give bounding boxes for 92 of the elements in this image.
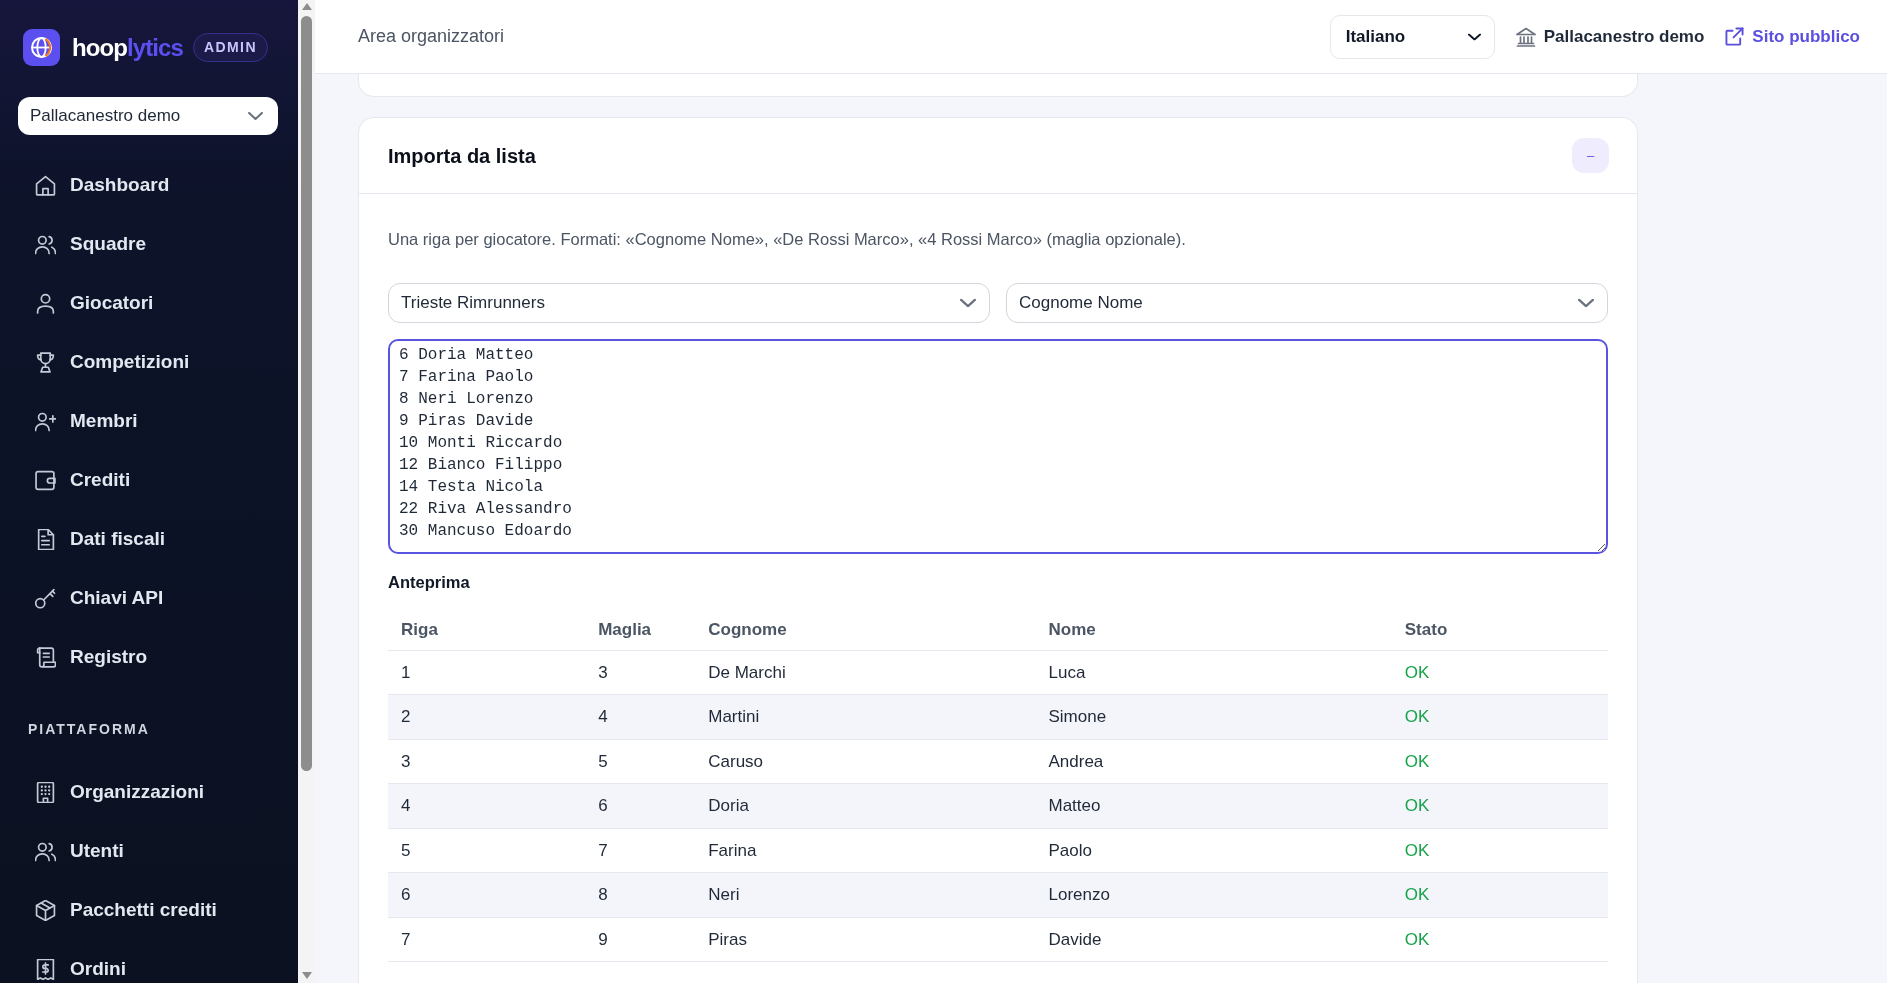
wallet-icon [35, 469, 56, 491]
table-cell: Luca [1035, 650, 1392, 695]
public-site-link[interactable]: Sito pubblico [1725, 23, 1860, 50]
status-text: OK [1391, 828, 1608, 873]
building-icon [35, 781, 56, 803]
organization-select[interactable]: Pallacanestro demo [18, 97, 278, 135]
external-link-icon [1725, 27, 1745, 46]
globe-logo-icon [23, 29, 60, 66]
table-cell: Doria [695, 783, 1036, 828]
organization-name: Pallacanestro demo [1543, 25, 1705, 48]
table-cell: Andrea [1035, 739, 1392, 784]
table-cell: Martini [695, 694, 1036, 739]
logo-wordmark: hooplytics [72, 33, 184, 62]
table-cell: Matteo [1035, 783, 1392, 828]
team-select[interactable]: Trieste Rimrunners [388, 283, 990, 323]
instructions-text: Una riga per giocatore. Formati: «Cognome Nome», «De Rossi Marco», «4 Rossi Marco» (maglia opzionale). [388, 229, 1187, 250]
status-text: OK [1391, 872, 1608, 917]
column-header: Stato [1391, 610, 1608, 650]
column-header: Maglia [585, 610, 696, 650]
user-plus-icon [35, 410, 56, 432]
nav-link[interactable]: Ordini [35, 957, 126, 981]
document-icon [35, 528, 56, 550]
nav-link[interactable]: Utenti [35, 839, 124, 863]
trophy-icon [35, 351, 56, 373]
users-icon [35, 840, 56, 862]
table-cell: Simone [1035, 694, 1392, 739]
table-cell: De Marchi [695, 650, 1036, 695]
table-cell: 3 [388, 739, 586, 784]
home-icon [35, 174, 56, 196]
role-badge: ADMIN [193, 33, 268, 62]
column-header: Nome [1035, 610, 1392, 650]
page-title: Area organizzatori [358, 25, 505, 48]
table-cell: Lorenzo [1035, 872, 1392, 917]
table-cell: 7 [388, 917, 586, 962]
key-icon [35, 587, 56, 609]
table-cell: 5 [585, 739, 696, 784]
nav-link[interactable]: Organizzazioni [35, 780, 205, 804]
chevron-down-icon [960, 298, 976, 308]
table-cell: Davide [1035, 917, 1392, 962]
table-cell: Neri [695, 872, 1036, 917]
box-icon [35, 899, 56, 921]
table-cell: 9 [585, 917, 696, 962]
column-header: Riga [388, 610, 586, 650]
scroll-down-icon[interactable] [301, 972, 312, 979]
column-header: Cognome [695, 610, 1036, 650]
status-text: OK [1391, 694, 1608, 739]
table-cell: Farina [695, 828, 1036, 873]
table-cell: 3 [585, 650, 696, 695]
nav-link[interactable]: Chiavi API [35, 586, 164, 610]
table-cell: 5 [388, 828, 586, 873]
table-cell: 6 [388, 872, 586, 917]
nav-link[interactable]: Pacchetti crediti [35, 898, 217, 922]
collapse-button[interactable]: – [1572, 138, 1609, 173]
user-icon [35, 292, 56, 314]
language-select[interactable]: Italiano [1329, 14, 1495, 59]
nav-link[interactable]: Giocatori [35, 291, 154, 315]
building-icon [1515, 26, 1536, 47]
chevron-down-icon [1467, 33, 1481, 40]
section-heading: PIATTAFORMA [28, 721, 151, 738]
status-text: OK [1391, 650, 1608, 695]
chevron-down-icon [248, 112, 263, 120]
card-title: Importa da lista [388, 143, 536, 168]
nav-link[interactable]: Registro [35, 645, 148, 669]
table-cell: Paolo [1035, 828, 1392, 873]
scrollbar[interactable] [298, 0, 315, 983]
scrollbar-thumb[interactable] [301, 16, 312, 771]
scroll-up-icon[interactable] [301, 3, 312, 10]
status-text: OK [1391, 783, 1608, 828]
receipt-icon [35, 958, 56, 980]
table-cell: 6 [585, 783, 696, 828]
table-cell: 8 [585, 872, 696, 917]
format-select[interactable]: Cognome Nome [1006, 283, 1608, 323]
nav-link[interactable]: Competizioni [35, 350, 190, 374]
nav-link[interactable]: Crediti [35, 468, 131, 492]
status-text: OK [1391, 917, 1608, 962]
preview-heading: Anteprima [388, 572, 471, 592]
table-cell: 7 [585, 828, 696, 873]
nav-link[interactable]: Membri [35, 409, 138, 433]
table-cell: 2 [388, 694, 586, 739]
users-icon [35, 233, 56, 255]
table-cell: Caruso [695, 739, 1036, 784]
status-text: OK [1391, 739, 1608, 784]
table-cell: 4 [388, 783, 586, 828]
nav-link[interactable]: Dati fiscali [35, 527, 166, 551]
chevron-down-icon [1578, 298, 1594, 308]
player-list-field[interactable]: 6 Doria Matteo 7 Farina Paolo 8 Neri Lorenzo 9 Piras Davide 10 Monti Riccardo 12 Bianco Filippo 14 Testa Nicola 22 Riva Alessandro 30 Mancuso Edoardo [388, 339, 1608, 554]
table-cell: 1 [388, 650, 586, 695]
table-cell: 4 [585, 694, 696, 739]
scroll-icon [35, 646, 56, 668]
nav-link[interactable]: Dashboard [35, 173, 170, 197]
table-cell: Piras [695, 917, 1036, 962]
nav-link[interactable]: Squadre [35, 232, 147, 256]
